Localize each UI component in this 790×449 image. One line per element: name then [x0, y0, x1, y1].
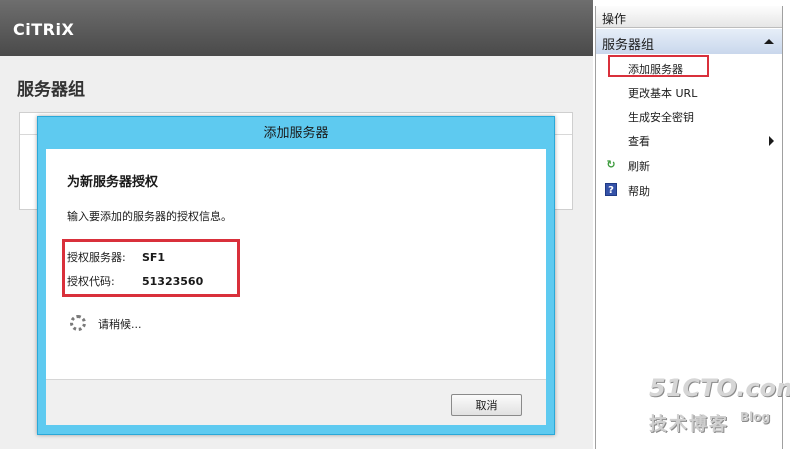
refresh-icon: ↻ [606, 158, 616, 171]
dialog-body: 为新服务器授权 输入要添加的服务器的授权信息。 授权服务器: SF1 授权代码: 5… [46, 149, 546, 379]
wait-text: 请稍候... [98, 318, 142, 331]
citrix-logo: CiTRiX [13, 20, 75, 39]
action-generate-security-key[interactable]: 生成安全密钥 [596, 104, 782, 128]
watermark-blog: Blog [740, 410, 771, 424]
actions-header: 操作 [596, 6, 782, 28]
dialog-heading: 为新服务器授权 [67, 175, 159, 190]
action-add-server[interactable]: 添加服务器 [596, 56, 782, 80]
action-label: 帮助 [628, 185, 650, 198]
auth-code-row: 授权代码: 51323560 [67, 273, 203, 289]
dialog-footer: 取消 [46, 379, 546, 425]
action-label: 添加服务器 [628, 63, 683, 76]
action-label: 查看 [628, 135, 650, 148]
section-label: 服务器组 [602, 38, 655, 53]
actions-section-server-group[interactable]: 服务器组 [596, 29, 782, 54]
action-help[interactable]: ? 帮助 [596, 178, 782, 202]
action-refresh[interactable]: ↻ 刷新 [596, 153, 782, 177]
dialog-description: 输入要添加的服务器的授权信息。 [67, 210, 232, 223]
citrix-header: CiTRiX [0, 0, 593, 56]
auth-server-row: 授权服务器: SF1 [67, 249, 165, 265]
action-label: 刷新 [628, 160, 650, 173]
help-icon: ? [605, 183, 617, 196]
submenu-arrow-icon [769, 136, 774, 146]
loading-spinner-icon [70, 315, 86, 331]
auth-server-value: SF1 [142, 251, 166, 264]
collapse-up-icon[interactable] [764, 39, 774, 44]
action-view[interactable]: 查看 [596, 128, 782, 152]
add-server-dialog: 添加服务器 为新服务器授权 输入要添加的服务器的授权信息。 授权服务器: SF1 … [37, 116, 555, 435]
auth-server-label: 授权服务器: [67, 251, 126, 264]
watermark-site: 51CTO.com [649, 374, 790, 402]
auth-code-label: 授权代码: [67, 275, 115, 288]
action-label: 生成安全密钥 [628, 111, 694, 124]
dialog-title: 添加服务器 [263, 126, 329, 141]
watermark-subtitle: 技术博客 [649, 414, 729, 435]
auth-code-value: 51323560 [142, 275, 204, 288]
console-pane: CiTRiX 服务器组 添加服务器 为新服务器授权 输入要添加的服务器的授权信息… [0, 0, 593, 449]
watermark: 51CTO.com 技术博客 Blog [620, 372, 790, 442]
page-title: 服务器组 [17, 80, 85, 100]
action-label: 更改基本 URL [628, 87, 698, 100]
action-change-base-url[interactable]: 更改基本 URL [596, 80, 782, 104]
cancel-button[interactable]: 取消 [451, 394, 522, 416]
